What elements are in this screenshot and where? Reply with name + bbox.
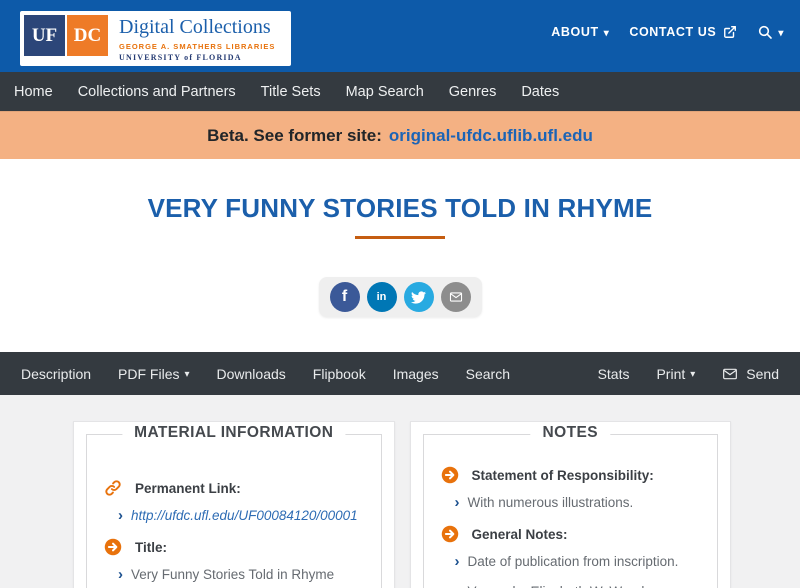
- panel-title: NOTES: [530, 424, 610, 442]
- uf-logo-square: UF: [24, 15, 65, 56]
- downloads-label: Downloads: [216, 365, 286, 382]
- external-link-icon: [723, 25, 737, 39]
- field-value: › Very Funny Stories Told in Rhyme: [118, 567, 365, 582]
- chain-link-icon: [104, 479, 122, 497]
- envelope-icon: [723, 368, 738, 379]
- site-header: UF DC Digital Collections GEORGE A. SMAT…: [0, 0, 800, 72]
- nav-item-map-search[interactable]: Map Search: [346, 84, 424, 100]
- chevron-icon: ›: [454, 494, 460, 511]
- tab-downloads[interactable]: Downloads: [217, 366, 286, 382]
- nav-item-genres[interactable]: Genres: [449, 84, 497, 100]
- tab-pdf-files[interactable]: PDF Files ▾: [118, 366, 189, 382]
- print-label: Print: [656, 365, 686, 382]
- description-label: Description: [21, 365, 92, 382]
- nav-item-title-sets[interactable]: Title Sets: [261, 84, 321, 100]
- item-metadata-section: MATERIAL INFORMATION Permanent Link: › h…: [0, 395, 800, 588]
- field-label: Title:: [135, 539, 168, 555]
- tab-flipbook[interactable]: Flipbook: [313, 366, 366, 382]
- general-note-value: Date of publication from inscription.: [467, 554, 679, 569]
- tab-search[interactable]: Search: [466, 366, 510, 382]
- statement-value: With numerous illustrations.: [467, 495, 634, 510]
- field-title: Title:: [104, 538, 365, 556]
- images-label: Images: [392, 365, 439, 382]
- title-underline: [355, 236, 445, 239]
- email-share-icon[interactable]: [440, 282, 471, 312]
- beta-banner-text: Beta. See former site:: [207, 125, 382, 145]
- send-label: Send: [746, 365, 779, 382]
- send-button[interactable]: Send: [722, 366, 779, 382]
- field-label: General Notes:: [471, 526, 568, 542]
- flipbook-label: Flipbook: [312, 365, 366, 382]
- field-value: › With numerous illustrations.: [455, 495, 702, 510]
- chevron-icon: ›: [118, 507, 123, 524]
- permanent-link-url[interactable]: http://ufdc.ufl.edu/UF00084120/00001: [131, 508, 358, 523]
- field-value: › http://ufdc.ufl.edu/UF00084120/00001: [118, 508, 365, 523]
- notes-panel: NOTES Statement of Responsibility: › Wit…: [409, 421, 731, 588]
- arrow-circle-icon: [104, 538, 122, 556]
- arrow-circle-icon: [441, 525, 459, 543]
- about-menu[interactable]: ABOUT ▾: [551, 25, 609, 39]
- contact-us-label: CONTACT US: [629, 25, 717, 39]
- tab-images[interactable]: Images: [393, 366, 439, 382]
- linkedin-share-icon[interactable]: in: [366, 282, 397, 312]
- search-label: Search: [465, 365, 510, 382]
- tab-description[interactable]: Description: [21, 366, 91, 382]
- dc-logo-square: DC: [67, 15, 108, 56]
- stats-button[interactable]: Stats: [598, 366, 630, 382]
- field-statement-of-responsibility: Statement of Responsibility:: [441, 466, 702, 484]
- ufdc-logo[interactable]: UF DC Digital Collections GEORGE A. SMAT…: [20, 11, 292, 66]
- panel-title: MATERIAL INFORMATION: [122, 424, 346, 442]
- search-icon: [757, 24, 773, 40]
- arrow-circle-icon: [441, 466, 459, 484]
- caret-down-icon: ▾: [184, 369, 190, 380]
- page-title: VERY FUNNY STORIES TOLD IN RHYME: [147, 193, 653, 223]
- material-information-panel: MATERIAL INFORMATION Permanent Link: › h…: [73, 421, 395, 588]
- title-value: Very Funny Stories Told in Rhyme: [131, 567, 335, 582]
- nav-item-home[interactable]: Home: [14, 84, 53, 100]
- share-bar: f in: [318, 277, 482, 317]
- field-label: Permanent Link:: [135, 480, 241, 496]
- field-label: Statement of Responsibility:: [471, 467, 654, 483]
- item-toolbar: Description PDF Files ▾ Downloads Flipbo…: [0, 352, 800, 395]
- field-permanent-link: Permanent Link:: [104, 479, 365, 497]
- logo-subtitle-university: UNIVERSITY of FLORIDA: [119, 53, 242, 62]
- twitter-share-icon[interactable]: [403, 282, 434, 312]
- chevron-icon: ›: [454, 553, 460, 570]
- logo-title: Digital Collections: [119, 16, 271, 38]
- caret-down-icon: ▾: [603, 27, 610, 39]
- stats-label: Stats: [597, 365, 630, 382]
- about-label: ABOUT: [551, 25, 599, 39]
- logo-subtitle-libraries: GEORGE A. SMATHERS LIBRARIES: [119, 42, 276, 51]
- field-value: › Verses by Elizabeth W. Wood, "Sheila,"…: [455, 584, 702, 588]
- main-navbar: Home Collections and Partners Title Sets…: [0, 72, 800, 111]
- general-note-value: Verses by Elizabeth W. Wood, "Sheila," a…: [468, 584, 702, 588]
- field-general-notes: General Notes:: [441, 525, 702, 543]
- nav-item-dates[interactable]: Dates: [521, 84, 559, 100]
- chevron-icon: ›: [118, 566, 123, 583]
- contact-us-link[interactable]: CONTACT US: [629, 25, 737, 39]
- nav-item-collections-and-partners[interactable]: Collections and Partners: [78, 84, 236, 100]
- caret-down-icon: ▾: [778, 27, 784, 39]
- facebook-share-icon[interactable]: f: [329, 282, 360, 312]
- beta-banner: Beta. See former site: original-ufdc.ufl…: [0, 111, 800, 159]
- title-section: VERY FUNNY STORIES TOLD IN RHYME f in: [0, 159, 800, 317]
- search-menu[interactable]: ▾: [757, 24, 784, 40]
- chevron-icon: ›: [455, 584, 460, 588]
- pdf-files-label: PDF Files: [118, 365, 180, 382]
- print-menu[interactable]: Print ▾: [656, 366, 695, 382]
- field-value: › Date of publication from inscription.: [455, 554, 702, 569]
- caret-down-icon: ▾: [690, 369, 696, 380]
- former-site-link[interactable]: original-ufdc.uflib.ufl.edu: [389, 126, 593, 146]
